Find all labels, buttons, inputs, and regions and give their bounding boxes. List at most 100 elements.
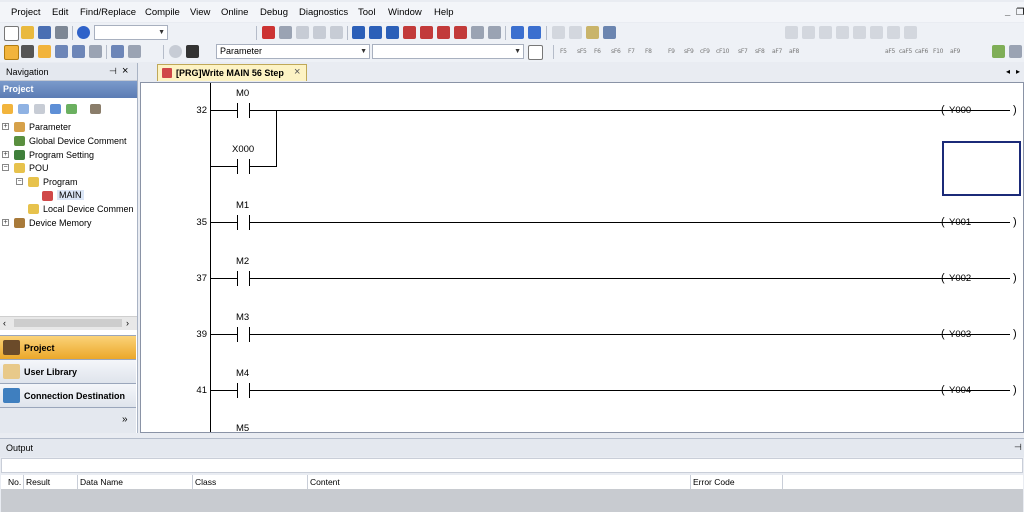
tab-close-icon[interactable]: × (294, 66, 300, 78)
coil-device[interactable]: Y002 (949, 273, 971, 284)
falling-pulse-button[interactable]: sF8 (755, 48, 765, 55)
new-data-icon[interactable] (18, 104, 29, 114)
help-icon[interactable] (77, 26, 90, 39)
diagnostics-icon[interactable] (552, 26, 565, 39)
monitor-icon[interactable] (437, 26, 450, 39)
tab-scroll-left-icon[interactable]: ◂ (1006, 67, 1010, 76)
stop-monitor-icon[interactable] (471, 26, 484, 39)
tree-item-device-memory[interactable]: Device Memory (29, 218, 92, 228)
coil-device[interactable]: Y003 (949, 329, 971, 340)
rising-pulse-parallel-button[interactable]: aF7 (772, 48, 782, 55)
redo-icon[interactable] (330, 26, 343, 39)
contact-no-symbol[interactable] (237, 103, 250, 118)
paste-icon[interactable] (296, 26, 309, 39)
nav-button-connection-destination[interactable]: Connection Destination (0, 383, 136, 407)
contact-no-symbol[interactable] (237, 271, 250, 286)
copy-data-icon[interactable] (34, 104, 45, 114)
menu-find-replace[interactable]: Find/Replace (80, 7, 136, 18)
contact-no-symbol[interactable] (237, 215, 250, 230)
scroll-right-icon[interactable]: › (126, 318, 129, 328)
property-icon[interactable] (50, 104, 61, 114)
nav-button-project[interactable]: Project (0, 335, 136, 359)
contact-parallel-nc-button[interactable]: sF6 (611, 48, 621, 55)
menu-compile[interactable]: Compile (145, 7, 180, 18)
simulation-start-icon[interactable] (511, 26, 524, 39)
tree-item-main[interactable]: MAIN (57, 190, 84, 200)
tab-scroll-right-icon[interactable]: ▸ (1016, 67, 1020, 76)
monitor-write-icon[interactable] (454, 26, 467, 39)
watch-icon[interactable] (72, 45, 85, 58)
copy-icon[interactable] (279, 26, 292, 39)
read-from-plc-icon[interactable] (369, 26, 382, 39)
ladder-button-f10[interactable]: F10 (933, 48, 943, 55)
menu-help[interactable]: Help (434, 7, 454, 18)
expand-parameter-icon[interactable]: + (2, 123, 9, 130)
tree-item-program[interactable]: Program (43, 177, 78, 187)
contact-no-symbol[interactable] (237, 327, 250, 342)
operation-result-rising-button[interactable]: aF5 (885, 48, 895, 55)
close-icon[interactable]: × (122, 65, 128, 77)
zoom-out-icon[interactable] (1009, 45, 1022, 58)
sfc-icon-2[interactable] (802, 26, 815, 39)
col-error-code[interactable]: Error Code (693, 477, 735, 487)
falling-pulse-parallel-button[interactable]: aF8 (789, 48, 799, 55)
element-selection-icon[interactable] (38, 45, 51, 58)
toolbar-combo-2[interactable]: ▼ (372, 44, 524, 59)
menu-window[interactable]: Window (388, 7, 422, 18)
online-read-icon[interactable] (420, 26, 433, 39)
collapse-pou-icon[interactable]: − (2, 164, 9, 171)
open-icon[interactable] (21, 26, 34, 39)
tree-item-local-device-comment[interactable]: Local Device Commen (43, 204, 134, 214)
contact-parallel-no-button[interactable]: sF5 (577, 48, 587, 55)
sfc-icon-1[interactable] (785, 26, 798, 39)
tool-icon[interactable] (603, 26, 616, 39)
vertical-line-button[interactable]: sF9 (684, 48, 694, 55)
simulation-stop-icon[interactable] (528, 26, 541, 39)
save-icon[interactable] (38, 26, 51, 39)
menu-tool[interactable]: Tool (358, 7, 375, 18)
nav-button-user-library[interactable]: User Library (0, 359, 136, 383)
sfc-icon-3[interactable] (819, 26, 832, 39)
write-to-plc-icon[interactable] (352, 26, 365, 39)
cut-icon[interactable] (262, 26, 275, 39)
minimize-icon[interactable]: _ (1005, 7, 1010, 18)
contact-no-symbol[interactable] (237, 159, 250, 174)
contact-nc-button[interactable]: F6 (594, 48, 601, 55)
open-project-icon[interactable] (2, 104, 13, 114)
menu-project[interactable]: Project (11, 7, 41, 18)
sfc-icon-7[interactable] (887, 26, 900, 39)
partial-list-icon[interactable] (55, 45, 68, 58)
tree-item-program-setting[interactable]: Program Setting (29, 150, 94, 160)
sfc-icon-4[interactable] (836, 26, 849, 39)
menu-edit[interactable]: Edit (52, 7, 68, 18)
find-device-icon[interactable] (128, 45, 141, 58)
online-write-icon[interactable] (403, 26, 416, 39)
ladder-button-af9[interactable]: aF9 (950, 48, 960, 55)
output-pin-icon[interactable]: ⊣ (1014, 442, 1022, 453)
instruction-button[interactable]: F8 (645, 48, 652, 55)
scroll-left-icon[interactable]: ‹ (3, 318, 6, 328)
invert-result-button[interactable]: caF6 (915, 48, 928, 55)
collapse-program-icon[interactable]: − (16, 178, 23, 185)
coil-device[interactable]: Y000 (949, 105, 971, 116)
sort-icon[interactable] (66, 104, 77, 114)
help-search-icon[interactable] (169, 45, 182, 58)
navigation-icon[interactable] (21, 45, 34, 58)
col-content[interactable]: Content (310, 477, 340, 487)
verify-plc-icon[interactable] (386, 26, 399, 39)
col-data-name[interactable]: Data Name (80, 477, 123, 487)
cross-reference-icon[interactable] (111, 45, 124, 58)
document-icon[interactable] (528, 45, 543, 60)
scrollbar-thumb[interactable] (14, 319, 122, 327)
tree-item-global-device-comment[interactable]: Global Device Comment (29, 136, 127, 146)
toolbar-combo-1[interactable]: ▼ (94, 25, 168, 40)
horizontal-line-button[interactable]: F9 (668, 48, 675, 55)
col-result[interactable]: Result (26, 477, 50, 487)
operation-result-falling-button[interactable]: caF5 (899, 48, 912, 55)
horizontal-scrollbar[interactable]: ‹ › (0, 316, 137, 330)
editor-tab[interactable]: [PRG]Write MAIN 56 Step × (157, 64, 307, 81)
output-filter-bar[interactable] (1, 458, 1023, 473)
col-class[interactable]: Class (195, 477, 216, 487)
tree-item-pou[interactable]: POU (29, 163, 49, 173)
project-view-icon[interactable] (4, 45, 19, 60)
